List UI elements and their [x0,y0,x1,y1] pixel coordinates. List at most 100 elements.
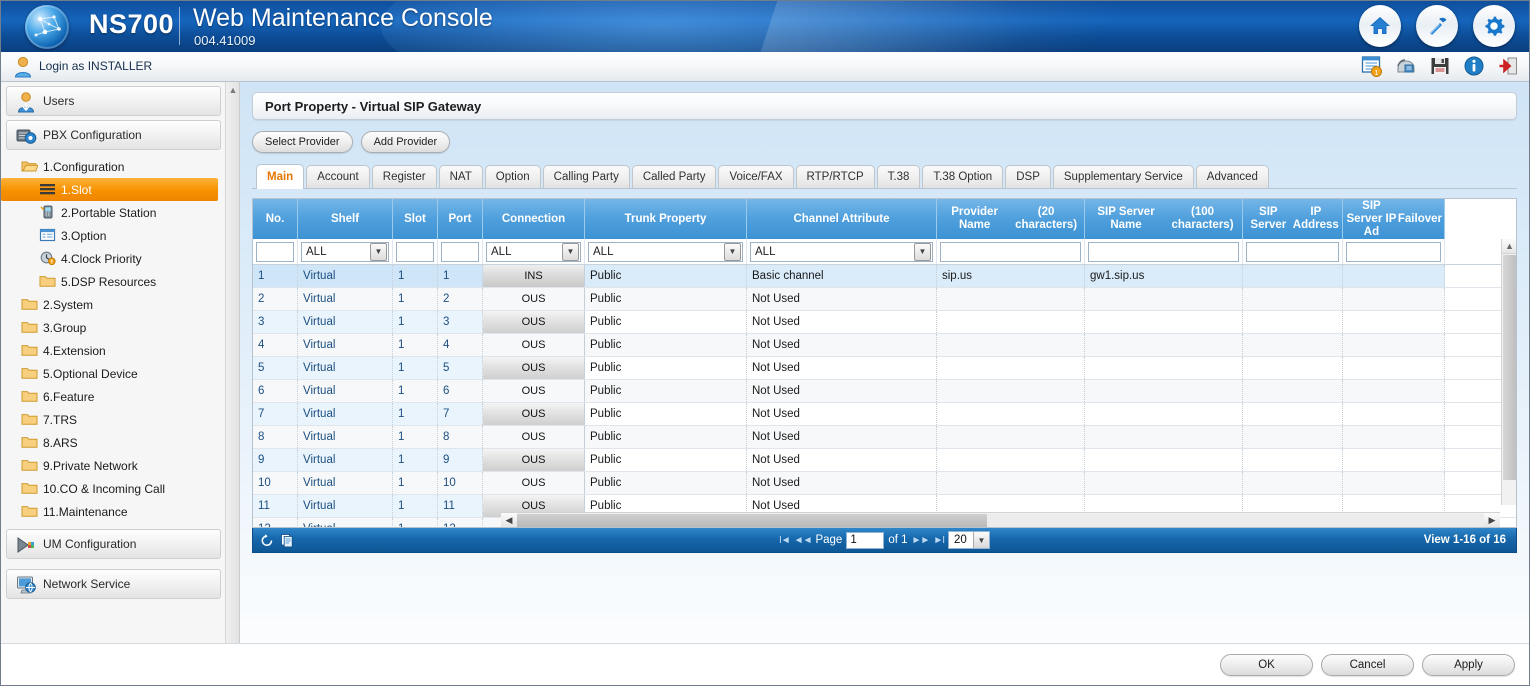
table-cell[interactable] [1243,288,1343,310]
pager-page-input[interactable] [846,531,885,549]
table-cell[interactable]: sip.us [937,265,1085,287]
table-cell[interactable]: OUS [483,403,585,425]
table-cell[interactable] [937,449,1085,471]
info-icon[interactable] [1463,55,1485,77]
table-cell[interactable] [937,357,1085,379]
table-cell[interactable] [937,380,1085,402]
grid-scroll-left-icon[interactable]: ◀ [501,512,517,527]
table-cell[interactable] [1085,357,1243,379]
table-cell[interactable]: 6 [253,380,298,402]
table-cell[interactable]: Virtual [298,472,393,494]
table-cell[interactable] [1343,472,1445,494]
table-cell[interactable]: Public [585,472,747,494]
table-cell[interactable]: Virtual [298,288,393,310]
table-cell[interactable] [1343,288,1445,310]
sidebar-item-slot[interactable]: 1.Slot [1,178,218,201]
table-cell[interactable]: 3 [253,311,298,333]
table-cell[interactable]: 7 [253,403,298,425]
table-cell[interactable] [1343,265,1445,287]
table-cell[interactable]: 5 [253,357,298,379]
table-cell[interactable]: Public [585,334,747,356]
table-cell[interactable]: 8 [253,426,298,448]
table-cell[interactable]: 1 [393,311,438,333]
table-cell[interactable]: 7 [438,403,483,425]
table-cell[interactable]: Virtual [298,380,393,402]
table-cell[interactable]: Virtual [298,334,393,356]
table-cell[interactable]: Not Used [747,449,937,471]
table-row[interactable]: 8 Virtual 1 8 OUS Public Not Used [253,426,1516,449]
table-cell[interactable] [1085,380,1243,402]
table-cell[interactable]: 1 [393,495,438,517]
grid-header-provider-name[interactable]: Provider Name (20 characters) [937,199,1085,239]
table-cell[interactable]: OUS [483,357,585,379]
sidebar-item-trs[interactable]: 7.TRS [1,408,226,431]
sidebar-item-portable-station[interactable]: 2.Portable Station [1,201,226,224]
table-cell[interactable] [937,311,1085,333]
table-cell[interactable]: Public [585,265,747,287]
sidebar-item-configuration[interactable]: 1.Configuration [1,155,226,178]
table-row[interactable]: 3 Virtual 1 3 OUS Public Not Used [253,311,1516,334]
grid-scroll-right-icon[interactable]: ▶ [1484,512,1500,527]
desk-phone-icon[interactable] [1395,55,1417,77]
table-row[interactable]: 7 Virtual 1 7 OUS Public Not Used [253,403,1516,426]
home-icon[interactable] [1359,5,1401,47]
table-cell[interactable]: Not Used [747,426,937,448]
table-cell[interactable] [1343,403,1445,425]
table-cell[interactable] [1085,403,1243,425]
filter-input-no-[interactable] [256,241,294,262]
table-cell[interactable]: Public [585,449,747,471]
table-cell[interactable]: 9 [253,449,298,471]
pager-last-button[interactable]: ►I [933,535,945,546]
table-cell[interactable]: Not Used [747,472,937,494]
table-cell[interactable]: OUS [483,311,585,333]
grid-header-shelf[interactable]: Shelf [298,199,393,239]
table-cell[interactable] [1085,311,1243,333]
table-cell[interactable]: OUS [483,334,585,356]
table-cell[interactable]: 1 [393,334,438,356]
table-row[interactable]: 5 Virtual 1 5 OUS Public Not Used [253,357,1516,380]
filter-input-sip-server[interactable] [1246,241,1339,262]
table-cell[interactable] [1243,265,1343,287]
table-cell[interactable]: OUS [483,449,585,471]
sidebar-item-co-incoming-call[interactable]: 10.CO & Incoming Call [1,477,226,500]
table-cell[interactable] [1243,449,1343,471]
tab-t-38-option[interactable]: T.38 Option [922,165,1004,188]
sidebar-item-dsp-resources[interactable]: 5.DSP Resources [1,270,226,293]
filter-select-connection[interactable]: ALL ▼ [486,241,581,262]
tab-account[interactable]: Account [306,165,370,188]
tools-icon[interactable] [1416,5,1458,47]
table-cell[interactable]: 10 [253,472,298,494]
grid-header-sip-server-ip-ad[interactable]: SIP Server IP Ad Failover [1343,199,1445,239]
grid-scroll-up-icon[interactable]: ▲ [1502,239,1516,254]
window-badge-icon[interactable]: 1 [1361,55,1383,77]
table-cell[interactable]: Virtual [298,357,393,379]
table-cell[interactable]: Virtual [298,311,393,333]
sidebar-item-clock-priority[interactable]: 4.Clock Priority [1,247,226,270]
tab-called-party[interactable]: Called Party [631,165,717,188]
table-cell[interactable]: Virtual [298,495,393,517]
table-cell[interactable]: 1 [393,426,438,448]
grid-header-sip-server[interactable]: SIP Server IP Address [1243,199,1343,239]
table-cell[interactable]: OUS [483,426,585,448]
table-cell[interactable]: Public [585,426,747,448]
table-cell[interactable]: Not Used [747,334,937,356]
table-cell[interactable] [1343,334,1445,356]
table-cell[interactable] [1243,357,1343,379]
grid-header-slot[interactable]: Slot [393,199,438,239]
grid-horizontal-scrollbar[interactable]: ◀ ▶ [501,512,1500,527]
tab-main[interactable]: Main [256,164,305,189]
cancel-button[interactable]: Cancel [1321,653,1414,676]
table-cell[interactable]: OUS [483,288,585,310]
table-cell[interactable] [1085,426,1243,448]
select-provider-button[interactable]: Select Provider [252,131,353,153]
table-row[interactable]: 1 Virtual 1 1 INS Public Basic channel sip.us gw… [253,265,1516,288]
grid-header-connection[interactable]: Connection [483,199,585,239]
grid-vertical-scrollbar[interactable]: ▲ [1501,239,1516,505]
pager-prev-button[interactable]: ◄◄ [794,535,813,546]
filter-input-sip-server-ip-ad[interactable] [1346,241,1441,262]
table-cell[interactable]: 1 [393,449,438,471]
sidebar-group-users[interactable]: Users [6,86,221,116]
filter-input-slot[interactable] [396,241,434,262]
filter-input-provider-name[interactable] [940,241,1081,262]
table-cell[interactable]: 1 [393,472,438,494]
